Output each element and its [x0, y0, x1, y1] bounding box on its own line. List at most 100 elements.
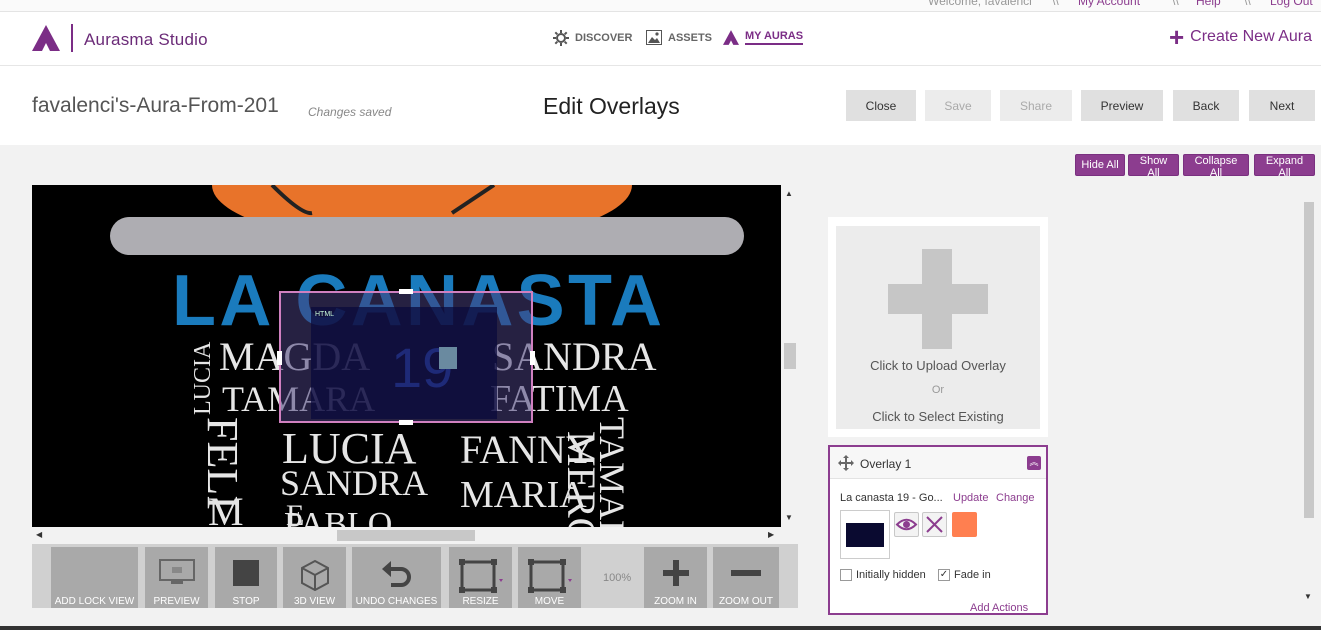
log-out-link[interactable]: Log Out	[1270, 0, 1313, 8]
name-text: TAMAR	[592, 417, 632, 527]
overlay-heading: HTML	[315, 311, 335, 318]
aurasma-logo-icon[interactable]	[32, 25, 60, 51]
resize-handle-right[interactable]	[530, 351, 535, 365]
move-icon	[527, 559, 572, 593]
next-button[interactable]: Next	[1249, 90, 1315, 121]
initially-hidden-label: Initially hidden	[856, 569, 926, 581]
undo-changes-button[interactable]: UNDO CHANGES	[352, 547, 441, 608]
add-actions-link[interactable]: Add Actions	[970, 602, 1028, 613]
move-button[interactable]: MOVE	[518, 547, 581, 608]
collapse-all-button[interactable]: Collapse All	[1183, 154, 1249, 179]
preview-tool-label: PREVIEW	[153, 596, 200, 607]
initially-hidden-checkbox[interactable]: Initially hidden	[840, 569, 926, 581]
close-icon	[926, 516, 943, 533]
nav-discover-label: DISCOVER	[575, 32, 633, 44]
nav-assets[interactable]: ASSETS	[646, 30, 712, 45]
zoom-in-label: ZOOM IN	[654, 596, 697, 607]
undo-changes-label: UNDO CHANGES	[355, 596, 438, 607]
help-link[interactable]: Help	[1196, 0, 1221, 8]
3d-view-button[interactable]: 3D VIEW	[283, 547, 346, 608]
expand-all-button[interactable]: Expand All	[1254, 154, 1315, 179]
update-link[interactable]: Update	[953, 492, 988, 504]
scroll-down-arrow-icon[interactable]: ▼	[1304, 592, 1312, 601]
3d-view-label: 3D VIEW	[293, 596, 336, 607]
share-button[interactable]: Share	[1000, 90, 1072, 121]
preview-button[interactable]: Preview	[1081, 90, 1163, 121]
undo-icon	[381, 561, 411, 587]
app-header: Aurasma Studio DISCOVER ASSETS MY AURAS …	[0, 12, 1321, 66]
nav-discover[interactable]: DISCOVER	[553, 30, 632, 46]
scroll-thumb[interactable]	[1304, 202, 1314, 518]
canvas-vertical-scrollbar[interactable]: ▲ ▼	[782, 185, 798, 527]
scroll-down-arrow-icon[interactable]: ▼	[785, 513, 793, 522]
account-strip: Welcome, favalenci \\ My Account \\ Help…	[0, 0, 1321, 12]
add-lock-view-button[interactable]: ADD LOCK VIEW	[51, 547, 138, 608]
editor-toolbar: ADD LOCK VIEW PREVIEW STOP 3D VIEW UNDO …	[32, 544, 798, 608]
checkbox-box[interactable]	[840, 569, 852, 581]
change-link[interactable]: Change	[996, 492, 1035, 504]
preview-tool-button[interactable]: PREVIEW	[145, 547, 208, 608]
nav-assets-label: ASSETS	[668, 31, 713, 44]
overlay-selection[interactable]: HTML 19	[277, 289, 535, 425]
hide-all-button[interactable]: Hide All	[1075, 154, 1125, 176]
fade-in-label: Fade in	[954, 569, 991, 581]
separator: \\	[1052, 0, 1059, 8]
scroll-thumb[interactable]	[337, 530, 475, 541]
my-account-link[interactable]: My Account	[1078, 0, 1140, 8]
editor-canvas[interactable]: LA CANASTA MAGDA SANDRA TAMARA FATIMA LU…	[32, 185, 781, 527]
panel-vertical-scrollbar[interactable]: ▼	[1302, 190, 1318, 610]
select-existing-label[interactable]: Click to Select Existing	[836, 409, 1040, 424]
create-new-aura-label: Create New Aura	[1190, 28, 1312, 45]
separator: \\	[1244, 0, 1251, 8]
canvas-horizontal-scrollbar[interactable]: ◀ ▶	[32, 528, 781, 544]
drag-move-icon[interactable]	[838, 455, 854, 471]
zoom-out-button[interactable]: ZOOM OUT	[713, 547, 779, 608]
eye-icon	[895, 518, 918, 531]
name-text: SANDRA	[280, 463, 428, 503]
cube-icon	[300, 559, 329, 591]
scroll-left-arrow-icon[interactable]: ◀	[36, 530, 42, 539]
page-title: Edit Overlays	[543, 93, 680, 119]
collapse-chevron-icon[interactable]: ︽	[1027, 456, 1041, 470]
resize-icon	[458, 559, 503, 593]
show-all-button[interactable]: Show All	[1128, 154, 1179, 179]
stop-button[interactable]: STOP	[215, 547, 277, 608]
aura-logo-icon	[723, 30, 739, 45]
visibility-toggle[interactable]	[894, 512, 919, 537]
stop-label: STOP	[232, 596, 260, 607]
fade-in-checkbox[interactable]: ✓ Fade in	[938, 569, 991, 581]
zoom-in-button[interactable]: ZOOM IN	[644, 547, 707, 608]
scroll-thumb[interactable]	[784, 343, 796, 369]
scroll-right-arrow-icon[interactable]: ▶	[768, 530, 774, 539]
back-button[interactable]: Back	[1173, 90, 1239, 121]
resize-handle-top[interactable]	[399, 289, 413, 294]
scroll-up-arrow-icon[interactable]: ▲	[785, 189, 793, 198]
upload-overlay-label[interactable]: Click to Upload Overlay	[836, 358, 1040, 373]
create-new-aura-button[interactable]: + Create New Aura	[1169, 24, 1312, 50]
save-button[interactable]: Save	[925, 90, 991, 121]
welcome-text: Welcome, favalenci	[928, 0, 1032, 8]
name-text: M	[208, 489, 244, 527]
resize-handle-left[interactable]	[277, 351, 282, 365]
overlay-card-header: Overlay 1 ︽	[830, 447, 1046, 479]
brand-name: Aurasma Studio	[84, 30, 208, 49]
nav-my-auras[interactable]: MY AURAS	[723, 30, 804, 45]
upload-overlay-dropzone[interactable]: Click to Upload Overlay Or Click to Sele…	[836, 226, 1040, 429]
save-status: Changes saved	[308, 105, 392, 119]
checkbox-box[interactable]: ✓	[938, 569, 950, 581]
overlay-thumbnail	[840, 510, 890, 559]
close-button[interactable]: Close	[846, 90, 916, 121]
aura-name[interactable]: favalenci's-Aura-From-201	[32, 94, 279, 118]
add-overlay-icon	[888, 284, 988, 314]
gear-icon	[553, 30, 569, 46]
name-text: LUCIA	[190, 341, 216, 415]
overlay-card: Overlay 1 ︽ La canasta 19 - Go... Update…	[828, 445, 1048, 615]
overlay-avatar	[439, 347, 457, 369]
move-label: MOVE	[534, 596, 565, 607]
overlay-file-name: La canasta 19 - Go...	[840, 492, 943, 504]
overlay-color-swatch[interactable]	[952, 512, 977, 537]
resize-handle-bottom[interactable]	[399, 420, 413, 425]
resize-button[interactable]: RESIZE	[449, 547, 512, 608]
image-icon	[646, 30, 662, 45]
delete-overlay-button[interactable]	[922, 512, 947, 537]
